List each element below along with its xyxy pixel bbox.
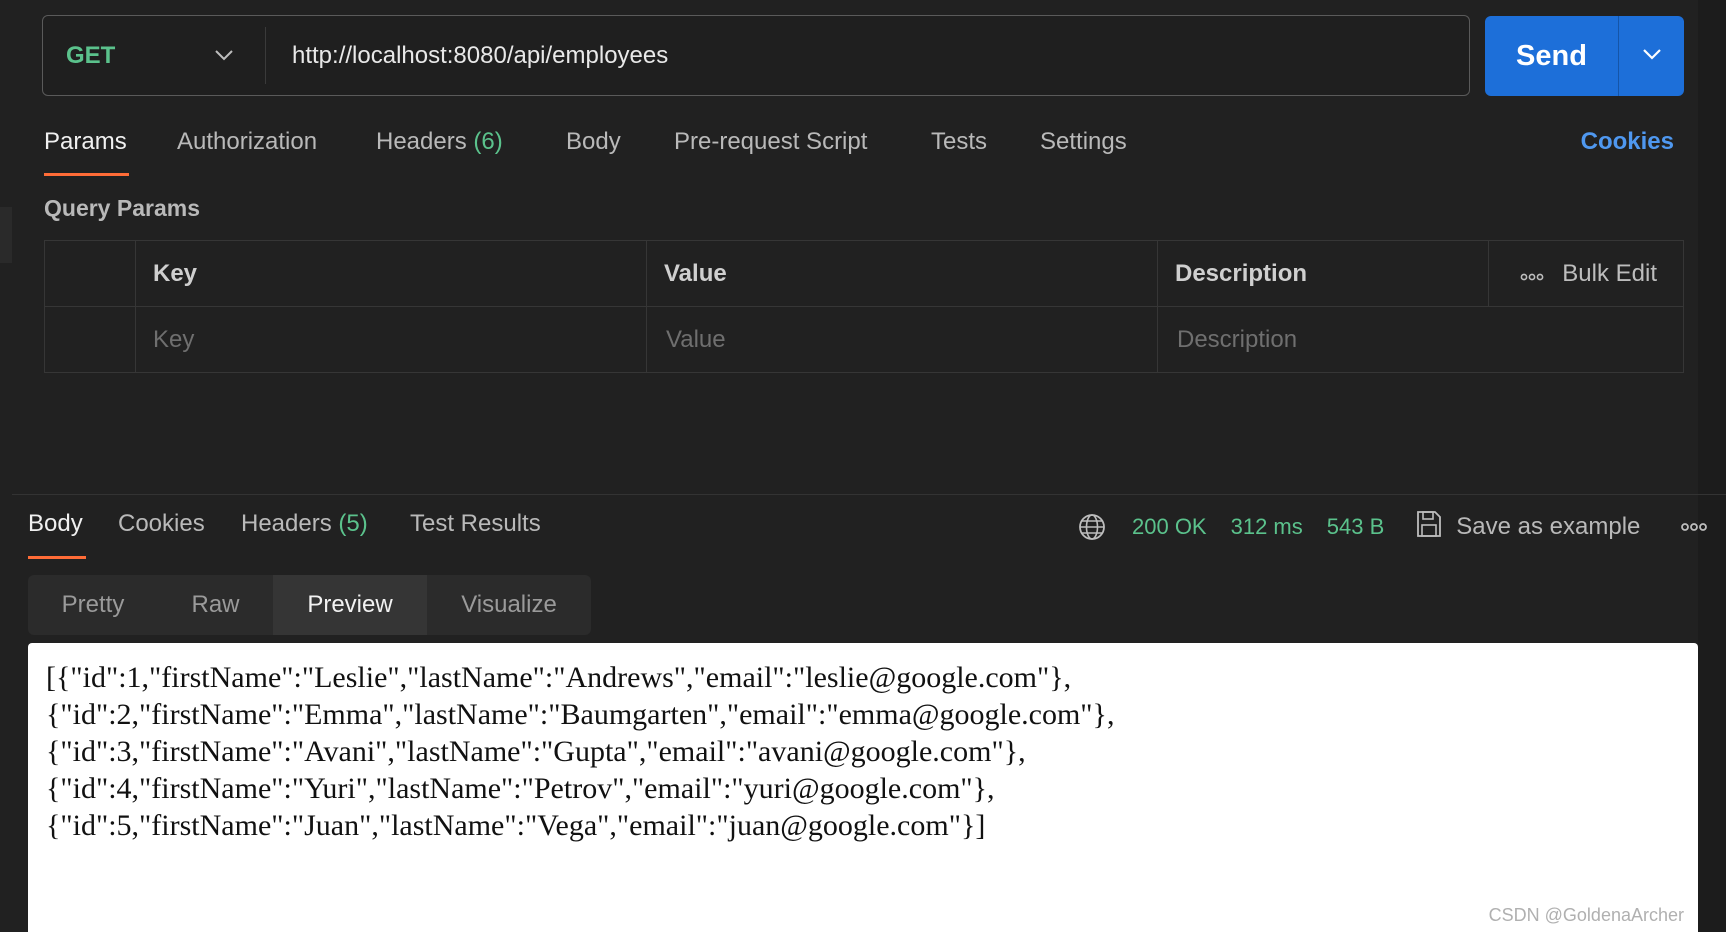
request-bar: GET http://localhost:8080/api/employees [42,15,1470,96]
send-button-group: Send [1485,16,1684,96]
view-tab-raw[interactable]: Raw [158,575,273,635]
table-header-row: Key Value Description Bulk Edit [45,241,1683,307]
response-tab-headers-label: Headers [241,510,332,537]
response-time[interactable]: 312 ms [1231,514,1303,540]
tab-headers-label: Headers [376,128,467,155]
bulk-edit-label: Bulk Edit [1562,260,1657,287]
watermark: CSDN @GoldenaArcher [1488,905,1684,925]
preview-line: {"id":5,"firstName":"Juan","lastName":"V… [46,809,986,842]
row-checkbox-cell [45,307,135,373]
tab-authorization[interactable]: Authorization [177,128,317,156]
more-icon [1520,260,1544,288]
table-row: Key Value Description [45,307,1683,373]
view-tab-pretty[interactable]: Pretty [28,575,158,635]
response-size[interactable]: 543 B [1327,514,1385,540]
tab-headers[interactable]: Headers (6) [376,128,503,156]
request-tabs: Params Authorization Headers (6) Body Pr… [44,118,1684,178]
more-icon[interactable] [1680,510,1708,544]
description-column-header: Description [1157,241,1488,306]
postman-app: GET http://localhost:8080/api/employees … [0,0,1726,932]
response-tab-cookies[interactable]: Cookies [118,510,205,538]
globe-icon[interactable] [1078,513,1106,541]
save-as-example-label: Save as example [1456,513,1641,540]
cookies-link[interactable]: Cookies [1581,128,1674,156]
preview-line: {"id":2,"firstName":"Emma","lastName":"B… [46,698,1115,731]
value-input[interactable]: Value [646,307,1157,373]
save-as-example-button[interactable]: Save as example [1416,510,1640,545]
checkbox-column-header [45,241,135,306]
preview-line: {"id":3,"firstName":"Avani","lastName":"… [46,735,1026,768]
response-divider [12,494,1726,495]
response-tab-test-results[interactable]: Test Results [410,510,541,538]
send-options-button[interactable] [1619,16,1684,96]
preview-line: [{"id":1,"firstName":"Leslie","lastName"… [46,661,1072,694]
bulk-edit-button[interactable]: Bulk Edit [1520,241,1657,307]
chevron-down-icon [215,50,233,61]
response-tab-body[interactable]: Body [28,510,83,538]
preview-line: {"id":4,"firstName":"Yuri","lastName":"P… [46,772,995,805]
active-tab-indicator [44,173,129,176]
send-button[interactable]: Send [1485,16,1619,96]
window-edge [1698,0,1726,932]
tab-params[interactable]: Params [44,128,127,156]
response-view-tabs: Pretty Raw Preview Visualize [28,575,591,635]
tab-tests[interactable]: Tests [931,128,987,156]
key-column-header: Key [135,241,646,306]
query-params-title: Query Params [44,195,200,221]
view-tab-visualize[interactable]: Visualize [427,575,591,635]
tab-headers-count: (6) [473,128,503,155]
active-response-tab-indicator [28,556,86,559]
tab-pre-request-script[interactable]: Pre-request Script [674,128,867,156]
response-tab-headers[interactable]: Headers (5) [241,510,368,538]
value-column-header: Value [646,241,1157,306]
tab-settings[interactable]: Settings [1040,128,1127,156]
response-tabs: Body Cookies Headers (5) Test Results 20… [28,510,1708,560]
method-select[interactable]: GET [43,27,266,84]
left-panel-edge [0,207,12,263]
response-preview: [{"id":1,"firstName":"Leslie","lastName"… [28,643,1698,932]
status-code[interactable]: 200 OK [1132,514,1207,540]
url-input[interactable]: http://localhost:8080/api/employees [266,42,1469,70]
tab-body[interactable]: Body [566,128,621,156]
method-label: GET [66,41,116,69]
chevron-down-icon [1642,47,1661,65]
response-meta: 200 OK 312 ms 543 B Save as example [1078,510,1640,544]
response-tab-headers-count: (5) [338,510,368,537]
query-params-table: Key Value Description Bulk Edit Key Valu… [44,240,1684,373]
key-input[interactable]: Key [135,307,646,373]
description-input[interactable]: Description [1157,307,1685,373]
save-icon [1416,510,1442,545]
view-tab-preview[interactable]: Preview [273,575,427,635]
